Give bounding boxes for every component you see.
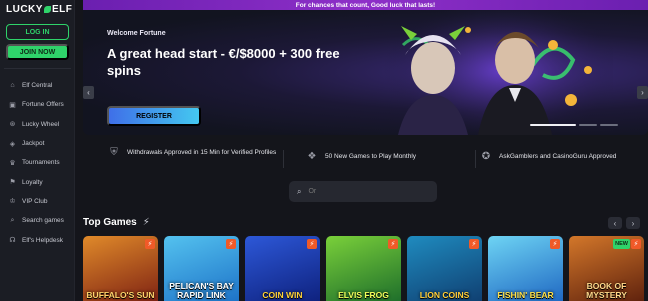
- search-input[interactable]: [308, 188, 419, 195]
- hero-welcome-text: Welcome Fortune: [107, 30, 166, 37]
- slider-dot[interactable]: [600, 124, 618, 126]
- clover-icon: [43, 5, 51, 13]
- sidebar-item-fortune-offers[interactable]: ▣ Fortune Offers: [4, 95, 71, 114]
- logo-text-elf: ELF: [51, 4, 73, 15]
- feature-divider: [475, 150, 476, 168]
- home-icon: ⌂: [10, 82, 15, 90]
- hot-badge-icon: ⚡: [145, 239, 155, 249]
- hero-next-arrow[interactable]: ›: [637, 86, 648, 99]
- game-tile[interactable]: ⚡ COIN WIN: [245, 236, 320, 301]
- sidebar-item-label: Lucky Wheel: [22, 120, 60, 128]
- top-games-row: ⚡ BUFFALO'S SUN ⚡ PELICAN'S BAY RAPID LINK ⚡…: [83, 236, 648, 301]
- game-title: BUFFALO'S SUN: [86, 290, 155, 300]
- hot-badge-icon: ⚡: [307, 239, 317, 249]
- hero-banner: Welcome Fortune A great head start - €/$…: [83, 10, 648, 135]
- sidebar-item-label: Tournaments: [22, 159, 60, 167]
- sidebar-item-vip-club[interactable]: ♔ VIP Club: [4, 192, 71, 211]
- lightning-icon: ⚡: [142, 217, 150, 228]
- games-icon: ❖: [307, 151, 317, 162]
- sidebar-item-label: Fortune Offers: [22, 101, 64, 109]
- login-button[interactable]: LOG IN: [6, 24, 69, 40]
- feature-text: AskGamblers and CasinoGuru Approved: [499, 153, 617, 160]
- hero-illustration: [383, 10, 613, 135]
- trophy-icon: ♛: [9, 159, 16, 167]
- sidebar-nav: ⌂ Elf Central ▣ Fortune Offers ⊛ Lucky Whee…: [4, 76, 71, 250]
- hot-badge-icon: ⚡: [631, 239, 641, 249]
- brand-logo[interactable]: LUCKY ELF: [6, 4, 72, 15]
- register-button[interactable]: REGISTER: [107, 106, 201, 126]
- shield-check-icon: ⛨: [110, 147, 118, 158]
- headset-icon: ☊: [9, 237, 16, 245]
- slider-dot[interactable]: [530, 124, 576, 126]
- game-search[interactable]: ⌕: [289, 181, 437, 202]
- sidebar-item-search-games[interactable]: ⌕ Search games: [4, 211, 71, 230]
- game-title: PELICAN'S BAY RAPID LINK: [169, 281, 234, 300]
- game-tile[interactable]: ⚡ BUFFALO'S SUN: [83, 236, 158, 301]
- crown-icon: ♔: [9, 198, 16, 206]
- features-bar: ⛨ Withdrawals Approved in 15 Min for Ver…: [83, 146, 648, 172]
- sidebar-item-tournaments[interactable]: ♛ Tournaments: [4, 153, 71, 172]
- jackpot-icon: ◈: [9, 140, 16, 148]
- sidebar-item-label: Elf's Helpdesk: [22, 236, 63, 244]
- game-title: COIN WIN: [262, 290, 303, 300]
- sidebar-item-label: Elf Central: [22, 82, 53, 90]
- section-title: Top Games: [83, 217, 137, 228]
- hot-badge-icon: ⚡: [226, 239, 236, 249]
- hero-title: A great head start - €/$8000 + 300 free …: [107, 46, 340, 78]
- sidebar-divider: [4, 68, 71, 69]
- new-badge: NEW: [613, 239, 630, 249]
- sidebar-item-jackpot[interactable]: ◈ Jackpot: [4, 134, 71, 153]
- sidebar-item-elf-central[interactable]: ⌂ Elf Central: [4, 76, 71, 95]
- feature-divider: [283, 150, 284, 168]
- slider-dot[interactable]: [579, 124, 597, 126]
- sidebar-item-lucky-wheel[interactable]: ⊛ Lucky Wheel: [4, 115, 71, 134]
- game-tile[interactable]: ⚡ LION COINS: [407, 236, 482, 301]
- feature-new-games: ❖ 50 New Games to Play Monthly: [305, 150, 455, 164]
- sidebar-item-helpdesk[interactable]: ☊ Elf's Helpdesk: [4, 230, 71, 249]
- games-next-button[interactable]: ›: [626, 217, 640, 229]
- sidebar-item-label: VIP Club: [22, 197, 48, 205]
- sidebar-item-label: Search games: [22, 217, 64, 225]
- hot-badge-icon: ⚡: [550, 239, 560, 249]
- hot-badge-icon: ⚡: [388, 239, 398, 249]
- top-games-heading: Top Games ⚡: [83, 217, 150, 228]
- sidebar-item-loyalty[interactable]: ⚑ Loyalty: [4, 172, 71, 191]
- sidebar: LUCKY ELF LOG IN JOIN NOW ⌂ Elf Central ▣ F…: [0, 0, 75, 301]
- game-title: BOOK OF MYSTERY: [586, 281, 627, 300]
- gift-icon: ▣: [9, 101, 16, 109]
- feature-text: Withdrawals Approved in 15 Min for Verif…: [127, 149, 277, 156]
- feature-withdrawals: ⛨ Withdrawals Approved in 15 Min for Ver…: [107, 146, 277, 160]
- game-tile[interactable]: ⚡ PELICAN'S BAY RAPID LINK: [164, 236, 239, 301]
- search-icon: ⌕: [297, 186, 302, 196]
- game-tile[interactable]: ⚡ NEW BOOK OF MYSTERY: [569, 236, 644, 301]
- game-title: LION COINS: [419, 290, 470, 300]
- search-icon: ⌕: [10, 216, 15, 224]
- game-title: ELVIS FROG: [338, 290, 389, 300]
- feature-text: 50 New Games to Play Monthly: [325, 153, 417, 160]
- game-tile[interactable]: ⚡ ELVIS FROG: [326, 236, 401, 301]
- flag-icon: ⚑: [9, 179, 16, 187]
- join-now-button[interactable]: JOIN NOW: [6, 44, 69, 60]
- logo-text: LUCKY: [6, 4, 43, 15]
- ribbon-icon: ✪: [481, 151, 491, 162]
- hero-slider-dots: [530, 124, 618, 126]
- casino-app: LUCKY ELF LOG IN JOIN NOW ⌂ Elf Central ▣ F…: [0, 0, 648, 301]
- wheel-icon: ⊛: [9, 121, 16, 129]
- sidebar-item-label: Loyalty: [22, 178, 43, 186]
- feature-approved: ✪ AskGamblers and CasinoGuru Approved: [479, 150, 648, 164]
- game-tile[interactable]: ⚡ FISHIN' BEAR: [488, 236, 563, 301]
- hot-badge-icon: ⚡: [469, 239, 479, 249]
- game-title: FISHIN' BEAR: [497, 290, 554, 300]
- promo-strip: For chances that count, Good luck that l…: [83, 0, 648, 10]
- sidebar-item-label: Jackpot: [22, 140, 45, 148]
- games-prev-button[interactable]: ‹: [608, 217, 622, 229]
- hero-prev-arrow[interactable]: ‹: [83, 86, 94, 99]
